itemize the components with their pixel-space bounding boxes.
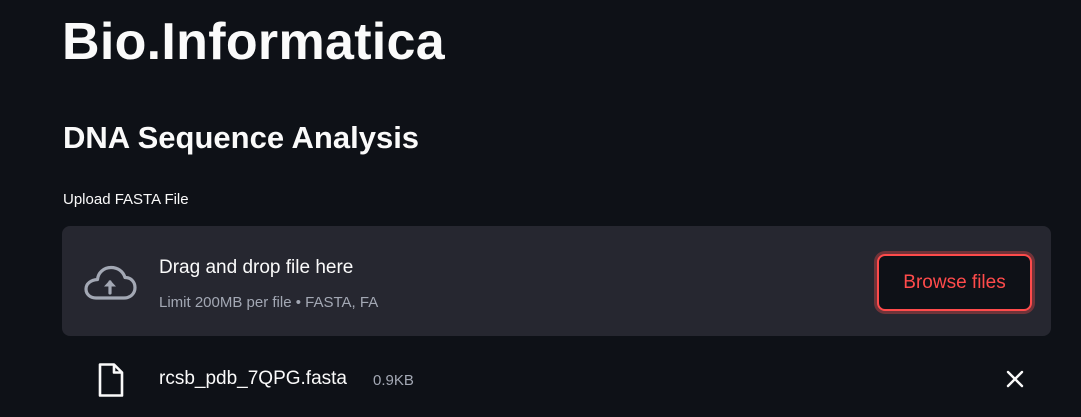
file-uploader-label: Upload FASTA File bbox=[63, 191, 189, 208]
file-icon bbox=[98, 363, 124, 397]
uploaded-file-name: rcsb_pdb_7QPG.fasta bbox=[159, 368, 347, 389]
dropzone-instructions: Drag and drop file here bbox=[159, 257, 354, 278]
cloud-upload-icon bbox=[84, 265, 137, 300]
browse-files-button[interactable]: Browse files bbox=[877, 254, 1032, 311]
dropzone-limit-text: Limit 200MB per file • FASTA, FA bbox=[159, 294, 379, 311]
remove-file-button[interactable] bbox=[998, 362, 1032, 396]
uploaded-file-size: 0.9KB bbox=[373, 372, 414, 389]
close-icon bbox=[1006, 370, 1024, 388]
app-main: Bio.Informatica DNA Sequence Analysis Up… bbox=[0, 0, 1081, 417]
section-heading: DNA Sequence Analysis bbox=[63, 120, 420, 155]
page-title: Bio.Informatica bbox=[62, 13, 445, 71]
